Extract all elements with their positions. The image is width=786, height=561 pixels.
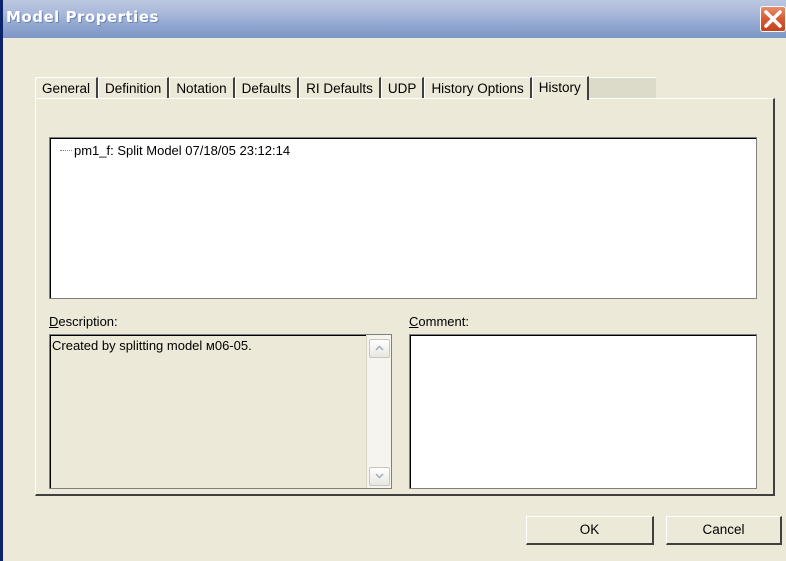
comment-field[interactable] (409, 334, 757, 489)
description-label-rest: escription: (58, 314, 118, 329)
tab-strip-filler (588, 77, 656, 99)
tab-defaults[interactable]: Defaults (234, 77, 300, 99)
tree-connector (60, 149, 72, 152)
comment-label: Comment: (409, 314, 469, 329)
tab-general[interactable]: General (35, 77, 99, 99)
description-value: Created by splitting model м06-05. (52, 338, 252, 353)
scroll-up-button[interactable] (369, 339, 390, 358)
chevron-up-icon (375, 345, 384, 351)
model-properties-dialog: Model Properties General Definition Nota… (0, 0, 786, 561)
tab-notation[interactable]: Notation (169, 77, 235, 99)
comment-label-accel: C (409, 314, 419, 329)
close-button[interactable] (760, 6, 786, 32)
description-label: Description: (49, 314, 118, 329)
window-title: Model Properties (6, 8, 159, 26)
description-label-accel: D (49, 314, 59, 329)
description-field: Created by splitting model м06-05. (49, 334, 392, 489)
description-scrollbar[interactable] (366, 335, 391, 488)
history-tree-item[interactable]: pm1_f: Split Model 07/18/05 23:12:14 (60, 143, 290, 158)
scroll-down-button[interactable] (369, 467, 390, 486)
close-x-icon (764, 10, 782, 28)
cancel-button[interactable]: Cancel (666, 516, 782, 545)
tab-history-options[interactable]: History Options (424, 77, 532, 99)
tab-history[interactable]: History (531, 76, 589, 100)
tab-strip: General Definition Notation Defaults RI … (35, 76, 656, 100)
title-bar[interactable]: Model Properties (3, 0, 786, 38)
tab-ri-defaults[interactable]: RI Defaults (299, 77, 381, 99)
chevron-down-icon (375, 473, 384, 479)
history-tree-item-label: pm1_f: Split Model 07/18/05 23:12:14 (74, 143, 291, 158)
comment-label-rest: omment: (418, 314, 469, 329)
ok-button[interactable]: OK (526, 516, 654, 545)
tab-udp[interactable]: UDP (380, 77, 425, 99)
tab-definition[interactable]: Definition (98, 77, 170, 99)
history-tree[interactable]: pm1_f: Split Model 07/18/05 23:12:14 (49, 137, 757, 299)
